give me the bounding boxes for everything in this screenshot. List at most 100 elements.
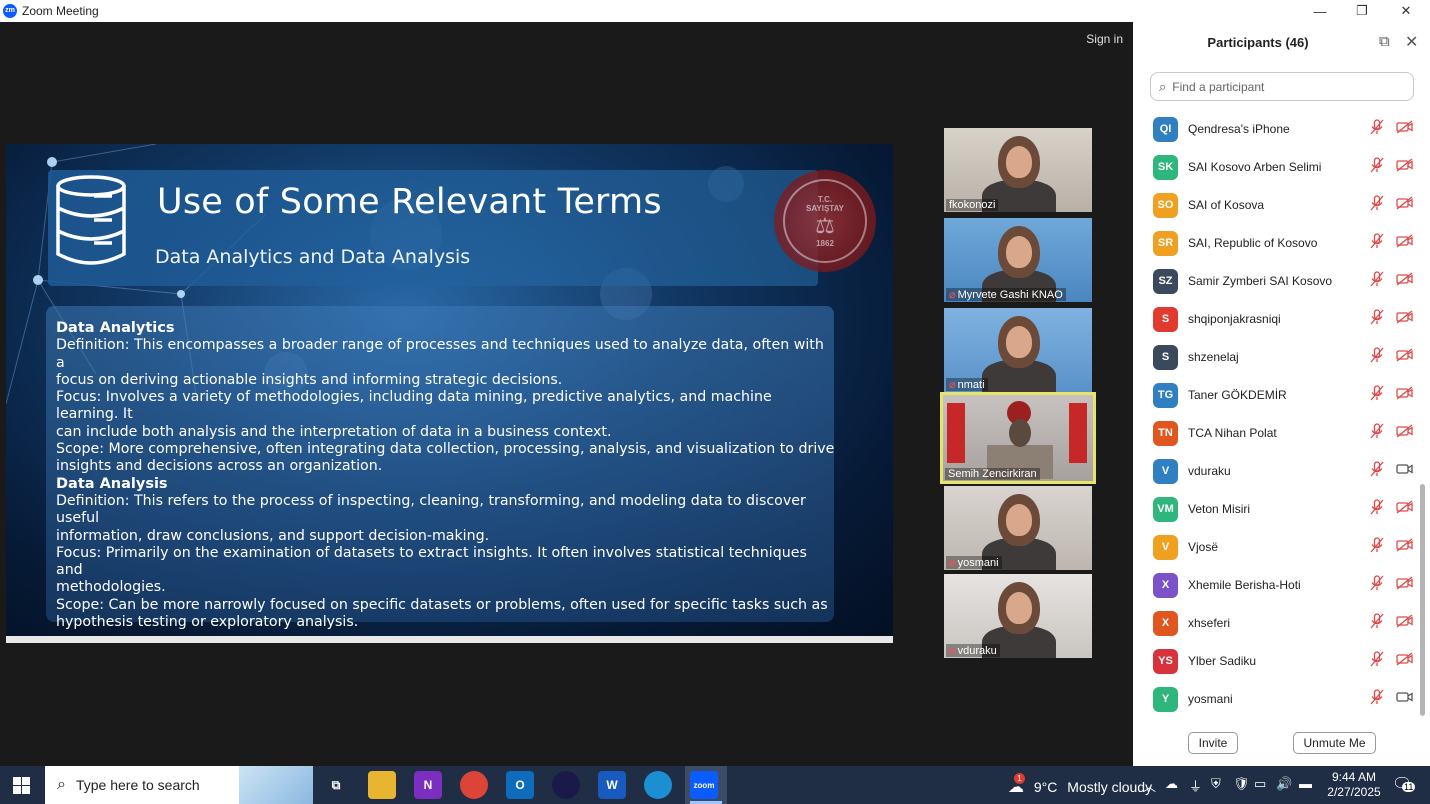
video-off-icon <box>1396 271 1413 291</box>
participants-panel: Participants (46) ⧉ ✕ ⌕ QI Qendresa's iPh… <box>1133 22 1430 766</box>
participant-row[interactable]: Sshzenelaj <box>1133 338 1423 376</box>
participant-row[interactable]: V Vjosë <box>1133 528 1423 566</box>
avatar: TG <box>1153 382 1178 408</box>
muted-mic-icon <box>1370 156 1384 178</box>
chevron-up-icon[interactable]: ︿ <box>1143 776 1156 795</box>
outlook-taskbar-icon[interactable]: O <box>506 771 534 799</box>
muted-mic-icon <box>1370 118 1384 140</box>
video-tile-name: ⌀ nmati <box>946 378 988 391</box>
participant-row[interactable]: Vvduraku <box>1133 452 1423 490</box>
usb-icon[interactable]: ⏚ <box>1189 776 1202 795</box>
sign-in-link[interactable]: Sign in <box>1086 32 1123 46</box>
participant-search[interactable]: ⌕ <box>1150 72 1414 101</box>
video-tile[interactable]: ⌀ Myrvete Gashi KNAO <box>944 218 1092 302</box>
webex-taskbar-icon[interactable] <box>552 771 580 799</box>
avatar: SK <box>1153 154 1178 180</box>
minimize-button[interactable]: — <box>1298 0 1342 22</box>
shield-icon[interactable]: 🛡 <box>1233 776 1250 792</box>
close-window-button[interactable]: ✕ <box>1384 0 1428 22</box>
video-tile[interactable]: ⌀ yosmani <box>944 486 1092 570</box>
participant-row[interactable]: SK SAI Kosovo Arben Selimi <box>1133 148 1423 186</box>
participant-row[interactable]: SO SAI of Kosova <box>1133 186 1423 224</box>
slide-text-line: insights and decisions across an organiz… <box>56 458 383 475</box>
participant-name: SAI of Kosova <box>1188 198 1265 212</box>
invite-button[interactable]: Invite <box>1188 732 1238 754</box>
participant-status-icons <box>1370 536 1413 558</box>
notification-icon[interactable]: 🗨11 <box>1392 774 1416 794</box>
onenote-taskbar-icon[interactable]: N <box>414 771 442 799</box>
windows-taskbar: ⌕ Type here to search ⧉ N O Wzoom ☁ 1 9°C Mo… <box>0 766 1430 804</box>
search-highlight-image <box>239 766 313 804</box>
participant-status-icons <box>1370 118 1413 140</box>
video-tile-name: ⌀ yosmani <box>946 556 1002 569</box>
participants-title: Participants (46) <box>1207 35 1309 50</box>
participant-row[interactable]: Yyosmani <box>1133 680 1423 718</box>
participant-status-icons <box>1370 384 1413 406</box>
video-off-icon <box>1396 195 1413 215</box>
edge-taskbar-icon[interactable] <box>644 771 672 799</box>
participant-list: QI Qendresa's iPhone SK SAI Kosovo Arben Se… <box>1133 110 1423 718</box>
participant-status-icons <box>1370 688 1413 710</box>
chrome-taskbar-icon[interactable] <box>460 771 488 799</box>
taskbar-clock[interactable]: 9:44 AM 2/27/2025 <box>1322 770 1386 800</box>
participant-row[interactable]: TG Taner GÖKDEMİR <box>1133 376 1423 414</box>
participant-row[interactable]: SR SAI, Republic of Kosovo <box>1133 224 1423 262</box>
video-tile[interactable]: Semih Zencirkiran <box>940 392 1096 484</box>
weather-description: Mostly cloudy <box>1067 779 1153 795</box>
onedrive-icon[interactable]: ☁ <box>1165 776 1178 792</box>
participant-status-icons <box>1370 270 1413 292</box>
slide-text-line: methodologies. <box>56 579 166 596</box>
participant-row[interactable]: QI Qendresa's iPhone <box>1133 110 1423 148</box>
task-view-taskbar-icon[interactable]: ⧉ <box>322 771 350 799</box>
video-off-icon <box>1396 157 1413 177</box>
window-title: Zoom Meeting <box>22 4 99 18</box>
restore-button[interactable]: ❐ <box>1340 0 1384 22</box>
participant-status-icons <box>1370 460 1413 482</box>
security-icon[interactable]: ⛨ <box>1211 776 1221 792</box>
seal-text-top: T.C. <box>817 194 833 204</box>
file-explorer-taskbar-icon[interactable] <box>368 771 396 799</box>
participant-row[interactable]: TN TCA Nihan Polat <box>1133 414 1423 452</box>
zoom-taskbar-icon[interactable]: zoom <box>690 771 718 799</box>
cloud-icon: ☁ 1 <box>1008 773 1025 796</box>
close-panel-icon[interactable]: ✕ <box>1405 32 1418 52</box>
participant-row[interactable]: Xxhseferi <box>1133 604 1423 642</box>
participant-row[interactable]: SZ Samir Zymberi SAI Kosovo <box>1133 262 1423 300</box>
participant-name: TCA Nihan Polat <box>1188 426 1277 440</box>
volume-icon[interactable]: 🔊 <box>1276 776 1292 792</box>
muted-mic-icon <box>1370 498 1384 520</box>
video-on-icon <box>1396 462 1413 481</box>
windows-start-icon[interactable] <box>13 777 30 794</box>
video-off-icon <box>1396 575 1413 595</box>
video-off-icon <box>1396 347 1413 367</box>
participant-row[interactable]: YS Ylber Sadiku <box>1133 642 1423 680</box>
participant-name: Veton Misiri <box>1188 502 1251 516</box>
participant-search-input[interactable] <box>1172 79 1393 94</box>
network-icon[interactable]: ▭ <box>1254 776 1266 792</box>
word-taskbar-icon[interactable]: W <box>598 771 626 799</box>
participant-row[interactable]: VM Veton Misiri <box>1133 490 1423 528</box>
meeting-area: Sign in Use of Some Relevant Terms Data … <box>0 22 1133 766</box>
participant-status-icons <box>1370 308 1413 330</box>
unmute-me-button[interactable]: Unmute Me <box>1293 732 1376 754</box>
muted-mic-icon: ⌀ <box>949 557 956 569</box>
participant-face <box>1006 146 1032 178</box>
slide-content: Data Analytics Definition: This encompass… <box>56 320 836 640</box>
video-tile-label: nmati <box>957 379 985 391</box>
muted-mic-icon: ⌀ <box>949 289 956 301</box>
video-tile[interactable]: ⌀ vduraku <box>944 574 1092 658</box>
video-off-icon <box>1396 119 1413 139</box>
participant-name: yosmani <box>1188 692 1233 706</box>
participant-name: shqiponjakrasniqi <box>1188 312 1281 326</box>
battery-icon[interactable]: ▬ <box>1299 776 1312 791</box>
pop-out-icon[interactable]: ⧉ <box>1379 33 1390 50</box>
video-tile[interactable]: ⌀ nmati <box>944 308 1092 392</box>
weather-alert-badge: 1 <box>1014 773 1025 784</box>
participant-row[interactable]: X Xhemile Berisha-Hoti <box>1133 566 1423 604</box>
participant-row[interactable]: Sshqiponjakrasniqi <box>1133 300 1423 338</box>
taskbar-search-box[interactable]: ⌕ Type here to search <box>45 766 313 804</box>
weather-widget[interactable]: ☁ 1 9°C Mostly cloudy <box>1008 773 1153 797</box>
participant-list-scrollbar[interactable] <box>1420 484 1425 716</box>
slide-text-line: can include both analysis and the interp… <box>56 423 612 440</box>
video-tile[interactable]: fkokonozi <box>944 128 1092 212</box>
